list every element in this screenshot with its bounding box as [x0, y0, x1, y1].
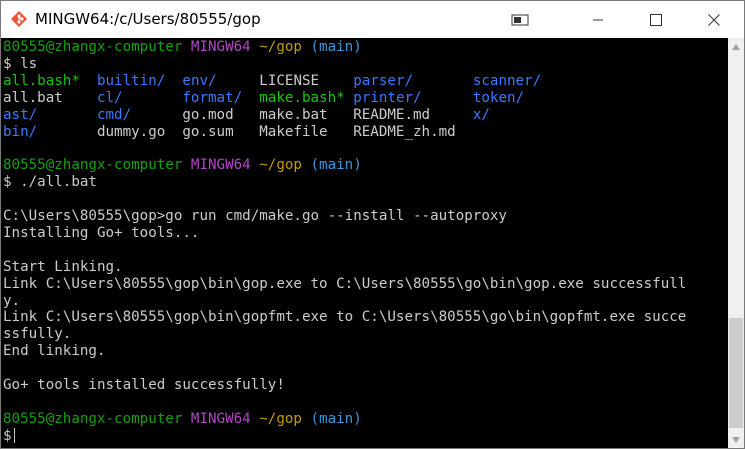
- terminal-text: 80555@zhangx-computer: [3, 410, 191, 427]
- terminal-line: Link C:\Users\80555\gop\bin\gopfmt.exe t…: [3, 309, 686, 326]
- terminal-text: ast/: [3, 106, 38, 123]
- terminal-text: make.bash*: [259, 89, 345, 106]
- tile-window-button[interactable]: [497, 1, 543, 38]
- terminal-text: 80555@zhangx-computer: [3, 39, 191, 55]
- vertical-scrollbar[interactable]: [728, 38, 744, 448]
- title-bar[interactable]: MINGW64:/c/Users/80555/gop: [1, 1, 744, 38]
- terminal-text: token/: [472, 89, 525, 106]
- close-button[interactable]: [691, 1, 737, 38]
- terminal-line: 80555@zhangx-computer MINGW64 ~/gop (mai…: [3, 39, 362, 56]
- terminal-text: Start Linking.: [3, 258, 123, 275]
- terminal-line: ssfully.: [3, 326, 71, 343]
- terminal-text: printer/: [353, 89, 422, 106]
- terminal-text: (main): [310, 39, 362, 55]
- terminal-line: $ ./all.bat: [3, 174, 97, 191]
- terminal-text: all.bash*: [3, 72, 80, 89]
- window-layout-icon: [511, 14, 529, 25]
- terminal-line: 80555@zhangx-computer MINGW64 ~/gop (mai…: [3, 157, 362, 174]
- scroll-up-arrow[interactable]: [728, 38, 744, 55]
- terminal-line: all.bat cl/ format/ make.bash* printer/ …: [3, 90, 524, 107]
- terminal-text: Go+ tools installed successfully!: [3, 377, 285, 393]
- terminal-text: env/: [182, 72, 217, 89]
- terminal-text: MINGW64: [190, 39, 260, 55]
- terminal-line: $ ls: [3, 56, 37, 73]
- terminal-output[interactable]: 80555@zhangx-computer MINGW64 ~/gop (mai…: [1, 38, 728, 448]
- terminal-text: End linking.: [3, 343, 106, 360]
- terminal-window: MINGW64:/c/Users/80555/gop 80555@zhangx-…: [0, 0, 745, 449]
- terminal-text: Link C:\Users\80555\gop\bin\gop.exe to C…: [3, 275, 687, 292]
- terminal-text: $: [3, 427, 12, 444]
- terminal-text: scanner/: [472, 72, 542, 89]
- terminal-text: x/: [472, 106, 490, 123]
- chevron-up-icon: [732, 43, 740, 50]
- terminal-text: (main): [310, 157, 362, 174]
- minimize-button[interactable]: [575, 1, 621, 38]
- window-title: MINGW64:/c/Users/80555/gop: [35, 10, 261, 28]
- terminal-text: cl/: [96, 89, 123, 106]
- maximize-button[interactable]: [633, 1, 679, 38]
- terminal-text: ~/gop: [259, 410, 311, 427]
- terminal-line: Start Linking.: [3, 259, 123, 276]
- terminal-line: ast/ cmd/ go.mod make.bat README.md x/: [3, 107, 490, 124]
- scrollbar-thumb[interactable]: [729, 318, 743, 428]
- text-cursor: [13, 428, 15, 444]
- terminal-line: Installing Go+ tools...: [3, 225, 199, 242]
- close-icon: [708, 13, 720, 26]
- terminal-text: dummy.go go.sum Makefile README_zh.md: [37, 123, 456, 140]
- git-bash-icon: [11, 11, 27, 27]
- terminal-text: C:\Users\80555\gop>go run cmd/make.go --…: [3, 208, 507, 224]
- terminal-text: MINGW64: [190, 410, 260, 427]
- terminal-line: Link C:\Users\80555\gop\bin\gop.exe to C…: [3, 276, 686, 293]
- terminal-text: builtin/: [96, 72, 166, 89]
- chevron-down-icon: [732, 436, 740, 443]
- terminal-text: (main): [310, 410, 362, 427]
- terminal-text: $ ls: [3, 55, 38, 72]
- terminal-line: 80555@zhangx-computer MINGW64 ~/gop (mai…: [3, 411, 362, 428]
- terminal-text: LICENSE: [216, 72, 354, 89]
- terminal-text: format/: [182, 89, 243, 106]
- scroll-down-arrow[interactable]: [728, 431, 744, 448]
- terminal-text: bin/: [3, 123, 38, 140]
- minimize-icon: [593, 19, 603, 20]
- terminal-text: all.bat: [3, 89, 97, 106]
- terminal-text: MINGW64: [190, 157, 260, 174]
- terminal-text: ssfully.: [3, 326, 72, 343]
- terminal-line: C:\Users\80555\gop>go run cmd/make.go --…: [3, 208, 507, 225]
- terminal-line: all.bash* builtin/ env/ LICENSE parser/ …: [3, 73, 541, 90]
- terminal-line: End linking.: [3, 343, 106, 360]
- terminal-text: y.: [3, 292, 21, 309]
- terminal-text: ~/gop: [259, 39, 311, 55]
- terminal-text: Link C:\Users\80555\gop\bin\gopfmt.exe t…: [3, 309, 687, 326]
- terminal-text: ~/gop: [259, 157, 311, 174]
- terminal-text: $ ./all.bat: [3, 174, 97, 191]
- terminal-text: parser/: [353, 72, 414, 89]
- terminal-line: bin/ dummy.go go.sum Makefile README_zh.…: [3, 124, 456, 141]
- terminal-line: y.: [3, 293, 20, 310]
- terminal-line: $: [3, 428, 15, 445]
- terminal-text: Installing Go+ tools...: [3, 224, 200, 241]
- terminal-text: 80555@zhangx-computer: [3, 157, 191, 174]
- terminal-text: cmd/: [96, 106, 132, 123]
- terminal-text: go.mod make.bat README.md: [131, 106, 473, 123]
- terminal-line: Go+ tools installed successfully!: [3, 377, 285, 394]
- maximize-icon: [650, 13, 662, 26]
